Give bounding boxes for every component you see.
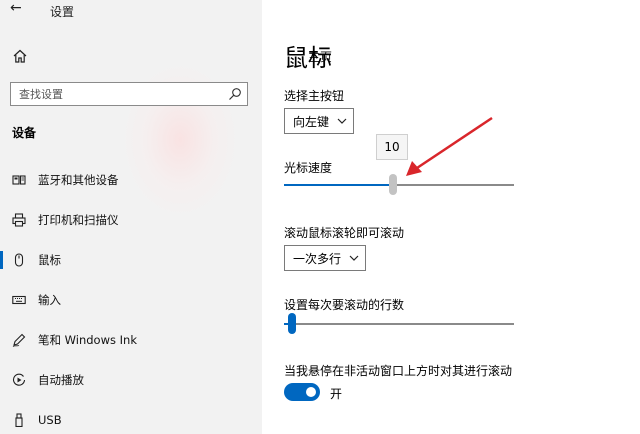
chevron-down-icon	[337, 118, 347, 124]
sidebar-item-label: 鼠标	[38, 253, 61, 267]
sidebar-item-typing[interactable]: 输入	[0, 289, 262, 311]
sidebar-item-label: 自动播放	[38, 373, 84, 387]
dropdown-value: 向左键	[293, 114, 330, 129]
bluetooth-devices-icon	[12, 175, 26, 185]
sidebar-item-pen[interactable]: 笔和 Windows Ink	[0, 329, 262, 351]
sidebar-item-bluetooth[interactable]: 蓝牙和其他设备	[0, 169, 262, 191]
search-input[interactable]	[11, 83, 229, 105]
home-icon	[13, 49, 27, 63]
sidebar-item-usb[interactable]: USB	[0, 409, 262, 431]
lines-per-scroll-slider[interactable]	[284, 312, 514, 336]
toggle-knob	[306, 387, 316, 397]
page-title: 鼠标	[284, 44, 332, 72]
pen-icon	[12, 333, 26, 347]
inactive-scroll-label: 当我悬停在非活动窗口上方时对其进行滚动	[284, 364, 513, 378]
annotation-arrow	[406, 116, 493, 176]
chevron-down-icon	[349, 255, 359, 261]
sidebar-item-label: 输入	[38, 293, 61, 307]
sidebar-item-label: 蓝牙和其他设备	[38, 173, 119, 187]
sidebar: ← 设置 主页 设备 蓝牙和其他设备 打印机和扫描仪	[0, 0, 332, 434]
autoplay-icon	[12, 373, 26, 386]
sidebar-item-printers[interactable]: 打印机和扫描仪	[0, 209, 262, 231]
usb-icon	[15, 413, 23, 427]
dropdown-value: 一次多行	[293, 251, 342, 266]
slider-thumb[interactable]	[389, 174, 397, 195]
search-box[interactable]	[10, 82, 248, 106]
toggle-state-label: 开	[330, 387, 343, 401]
back-arrow-icon[interactable]: ←	[10, 1, 22, 15]
sidebar-item-label: 打印机和扫描仪	[38, 213, 119, 227]
keyboard-icon	[12, 295, 26, 305]
slider-thumb[interactable]	[288, 313, 296, 334]
primary-button-dropdown[interactable]: 向左键	[284, 108, 354, 134]
slider-fill	[284, 184, 393, 186]
printer-icon	[12, 213, 26, 227]
slider-track	[284, 323, 514, 325]
sidebar-item-label: 笔和 Windows Ink	[38, 333, 137, 347]
wheel-scroll-label: 滚动鼠标滚轮即可滚动	[284, 226, 405, 240]
sidebar-item-label: USB	[38, 413, 62, 427]
app-title: 设置	[50, 5, 75, 19]
primary-button-label: 选择主按钮	[284, 89, 345, 103]
sidebar-item-autoplay[interactable]: 自动播放	[0, 369, 262, 391]
wheel-scroll-dropdown[interactable]: 一次多行	[284, 245, 366, 271]
sidebar-item-mouse[interactable]: 鼠标	[0, 249, 262, 271]
mouse-icon	[14, 253, 24, 267]
section-heading: 设备	[12, 126, 37, 140]
home-nav-item[interactable]: 主页	[12, 46, 332, 66]
search-icon[interactable]	[228, 87, 242, 101]
inactive-scroll-toggle[interactable]	[284, 383, 320, 401]
lines-per-scroll-label: 设置每次要滚动的行数	[284, 298, 405, 312]
